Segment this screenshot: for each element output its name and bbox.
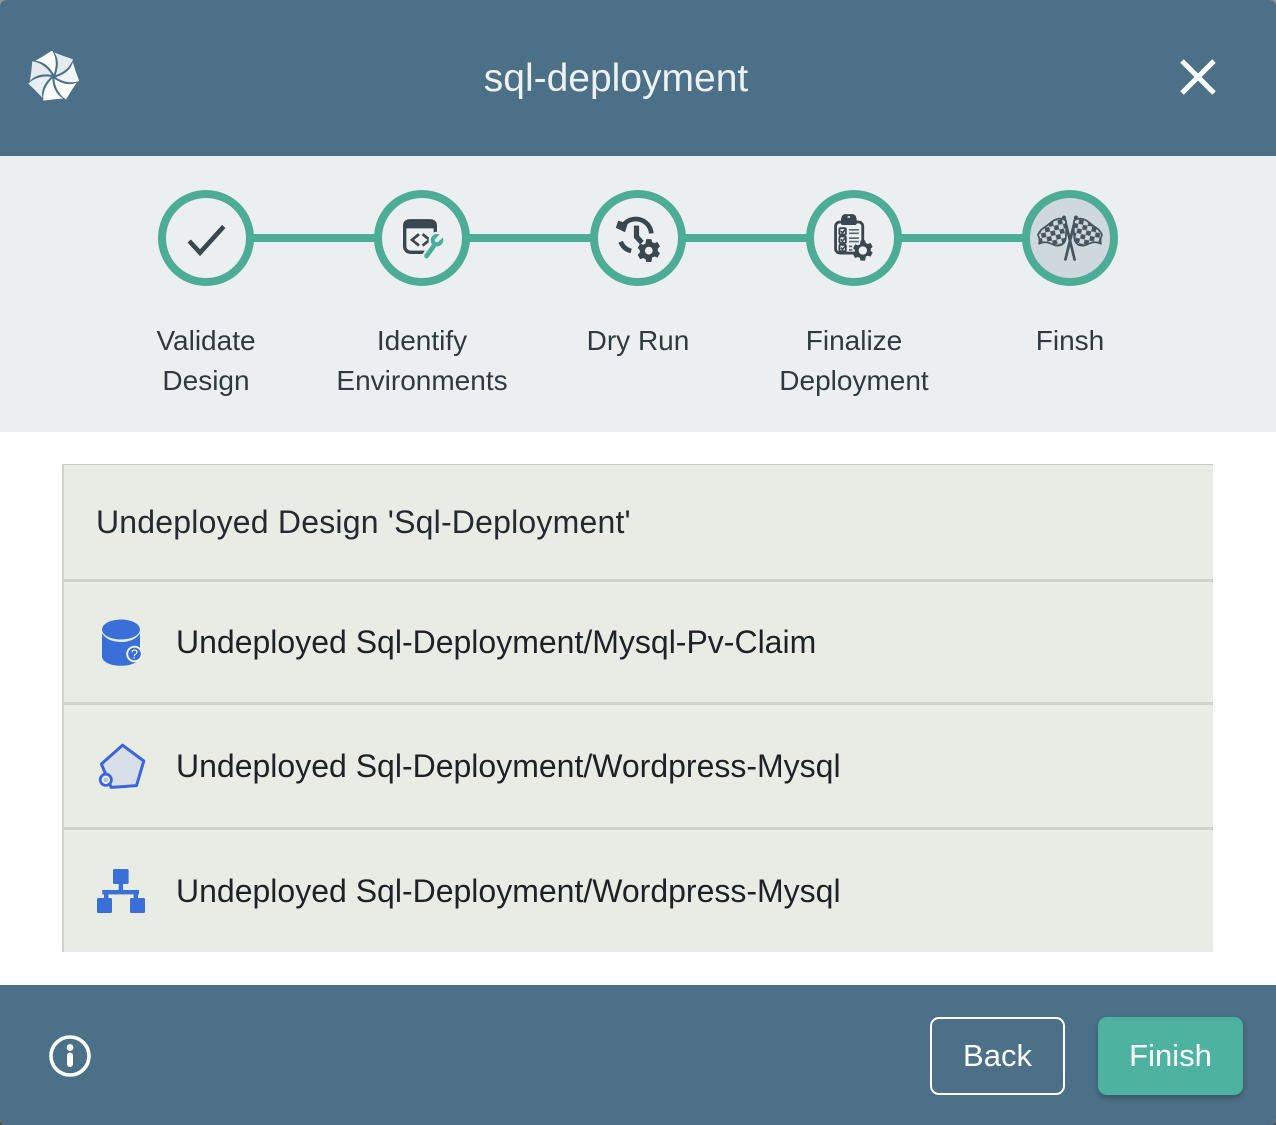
svg-text:?: ? — [131, 647, 138, 661]
